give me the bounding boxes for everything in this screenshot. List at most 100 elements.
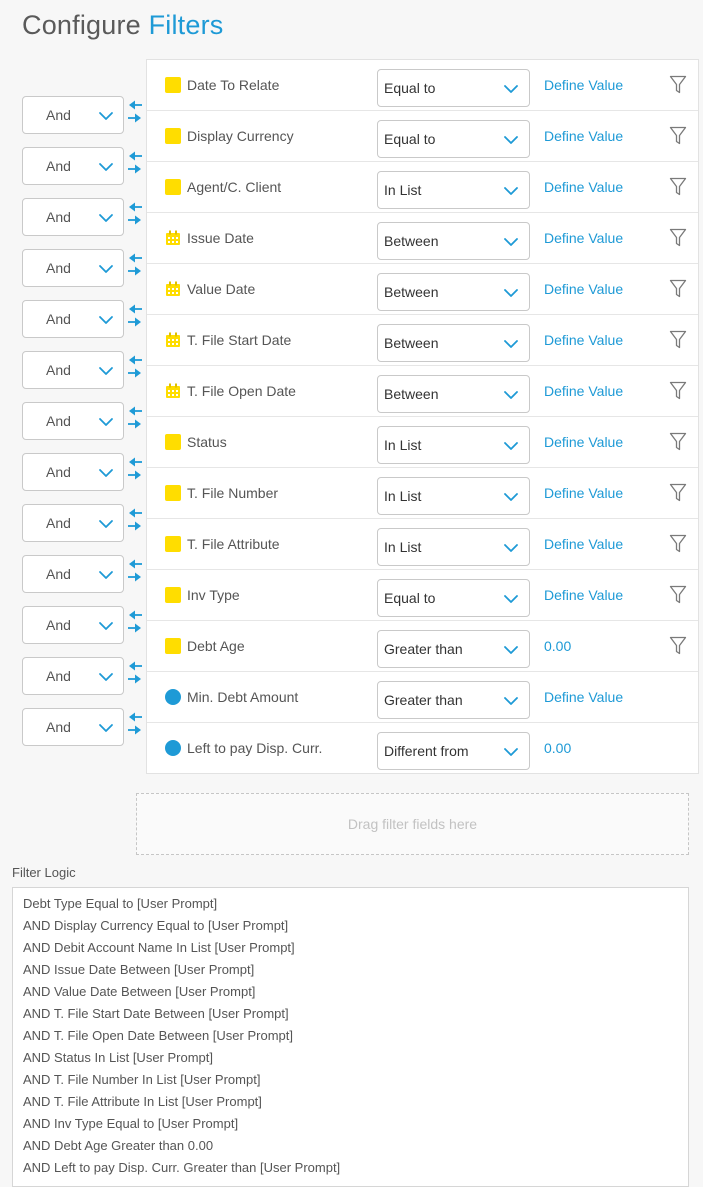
condition-select[interactable]: Equal to xyxy=(377,69,530,107)
chevron-down-icon xyxy=(503,234,519,255)
funnel-icon[interactable] xyxy=(669,432,687,457)
filter-row: T. File Attribute In List Define Value xyxy=(147,519,698,570)
operator-select[interactable]: And xyxy=(22,249,124,287)
funnel-icon[interactable] xyxy=(669,75,687,100)
operator-select[interactable]: And xyxy=(22,453,124,491)
text-field-icon xyxy=(165,179,181,195)
filter-field-name: Status xyxy=(187,434,227,450)
text-field-icon xyxy=(165,587,181,603)
funnel-icon[interactable] xyxy=(669,279,687,304)
condition-select[interactable]: Between xyxy=(377,222,530,260)
operator-row: And xyxy=(22,453,147,491)
funnel-icon[interactable] xyxy=(669,534,687,559)
funnel-icon[interactable] xyxy=(669,483,687,508)
swap-arrows-icon[interactable] xyxy=(127,608,143,642)
filter-row: Value Date Between Define Value xyxy=(147,264,698,315)
chevron-down-icon xyxy=(98,618,114,639)
funnel-icon[interactable] xyxy=(669,381,687,406)
filter-row: Date To Relate Equal to Define Value xyxy=(147,60,698,111)
define-value-link[interactable]: Define Value xyxy=(544,587,623,603)
filter-field-name: Display Currency xyxy=(187,128,294,144)
chevron-down-icon xyxy=(503,438,519,459)
condition-select-value: Greater than xyxy=(384,641,463,657)
swap-arrows-icon[interactable] xyxy=(127,353,143,387)
swap-arrows-icon[interactable] xyxy=(127,659,143,693)
swap-arrows-icon[interactable] xyxy=(127,506,143,540)
condition-select[interactable]: Between xyxy=(377,375,530,413)
swap-arrows-icon[interactable] xyxy=(127,455,143,489)
funnel-icon[interactable] xyxy=(669,228,687,253)
define-value-link[interactable]: Define Value xyxy=(544,536,623,552)
define-value-link[interactable]: Define Value xyxy=(544,230,623,246)
funnel-icon[interactable] xyxy=(669,126,687,151)
condition-select[interactable]: In List xyxy=(377,426,530,464)
funnel-icon[interactable] xyxy=(669,636,687,661)
operator-row: And xyxy=(22,351,147,389)
swap-arrows-icon[interactable] xyxy=(127,149,143,183)
define-value-link[interactable]: 0.00 xyxy=(544,638,571,654)
operator-select-value: And xyxy=(46,515,71,531)
define-value-link[interactable]: Define Value xyxy=(544,434,623,450)
funnel-icon[interactable] xyxy=(669,585,687,610)
condition-select[interactable]: Between xyxy=(377,324,530,362)
define-value-link[interactable]: Define Value xyxy=(544,179,623,195)
define-value-link[interactable]: Define Value xyxy=(544,128,623,144)
filter-field-name: Issue Date xyxy=(187,230,254,246)
operator-select[interactable]: And xyxy=(22,96,124,134)
operator-select[interactable]: And xyxy=(22,504,124,542)
filter-field-name: T. File Open Date xyxy=(187,383,296,399)
funnel-icon[interactable] xyxy=(669,177,687,202)
define-value-link[interactable]: Define Value xyxy=(544,383,623,399)
operator-select[interactable]: And xyxy=(22,147,124,185)
operator-select[interactable]: And xyxy=(22,657,124,695)
operator-select[interactable]: And xyxy=(22,300,124,338)
numeric-field-icon xyxy=(165,689,181,705)
define-value-link[interactable]: Define Value xyxy=(544,77,623,93)
filter-logic-textarea[interactable]: Debt Type Equal to [User Prompt] AND Disp… xyxy=(12,887,689,1187)
swap-arrows-icon[interactable] xyxy=(127,251,143,285)
filter-logic-line: AND Debit Account Name In List [User Pro… xyxy=(23,940,295,955)
chevron-down-icon xyxy=(503,642,519,663)
filter-row: Left to pay Disp. Curr. Different from 0.0… xyxy=(147,723,698,774)
funnel-icon[interactable] xyxy=(669,330,687,355)
define-value-link[interactable]: Define Value xyxy=(544,332,623,348)
condition-select[interactable]: In List xyxy=(377,171,530,209)
condition-select[interactable]: In List xyxy=(377,477,530,515)
filter-field-name: T. File Attribute xyxy=(187,536,280,552)
chevron-down-icon xyxy=(98,465,114,486)
define-value-link[interactable]: Define Value xyxy=(544,485,623,501)
define-value-link[interactable]: 0.00 xyxy=(544,740,571,756)
swap-arrows-icon[interactable] xyxy=(127,710,143,744)
operator-select[interactable]: And xyxy=(22,606,124,644)
drop-zone[interactable]: Drag filter fields here xyxy=(136,793,689,855)
operator-select[interactable]: And xyxy=(22,402,124,440)
swap-arrows-icon[interactable] xyxy=(127,404,143,438)
operator-select-value: And xyxy=(46,311,71,327)
condition-select[interactable]: Equal to xyxy=(377,579,530,617)
chevron-down-icon xyxy=(503,183,519,204)
condition-select[interactable]: Greater than xyxy=(377,630,530,668)
chevron-down-icon xyxy=(503,285,519,306)
condition-select[interactable]: Greater than xyxy=(377,681,530,719)
filter-field-name: Date To Relate xyxy=(187,77,280,93)
operator-select[interactable]: And xyxy=(22,555,124,593)
swap-arrows-icon[interactable] xyxy=(127,302,143,336)
operator-select[interactable]: And xyxy=(22,708,124,746)
filter-row: Min. Debt Amount Greater than Define Value xyxy=(147,672,698,723)
filter-logic-line: AND Display Currency Equal to [User Prom… xyxy=(23,918,289,933)
condition-select[interactable]: Equal to xyxy=(377,120,530,158)
operator-row: And xyxy=(22,657,147,695)
condition-select[interactable]: Different from xyxy=(377,732,530,770)
filter-logic-label: Filter Logic xyxy=(12,865,76,880)
filter-field-name: Inv Type xyxy=(187,587,240,603)
operator-select[interactable]: And xyxy=(22,351,124,389)
condition-select[interactable]: Between xyxy=(377,273,530,311)
numeric-field-icon xyxy=(165,740,181,756)
define-value-link[interactable]: Define Value xyxy=(544,281,623,297)
operator-select[interactable]: And xyxy=(22,198,124,236)
swap-arrows-icon[interactable] xyxy=(127,200,143,234)
define-value-link[interactable]: Define Value xyxy=(544,689,623,705)
swap-arrows-icon[interactable] xyxy=(127,557,143,591)
swap-arrows-icon[interactable] xyxy=(127,98,143,132)
condition-select[interactable]: In List xyxy=(377,528,530,566)
